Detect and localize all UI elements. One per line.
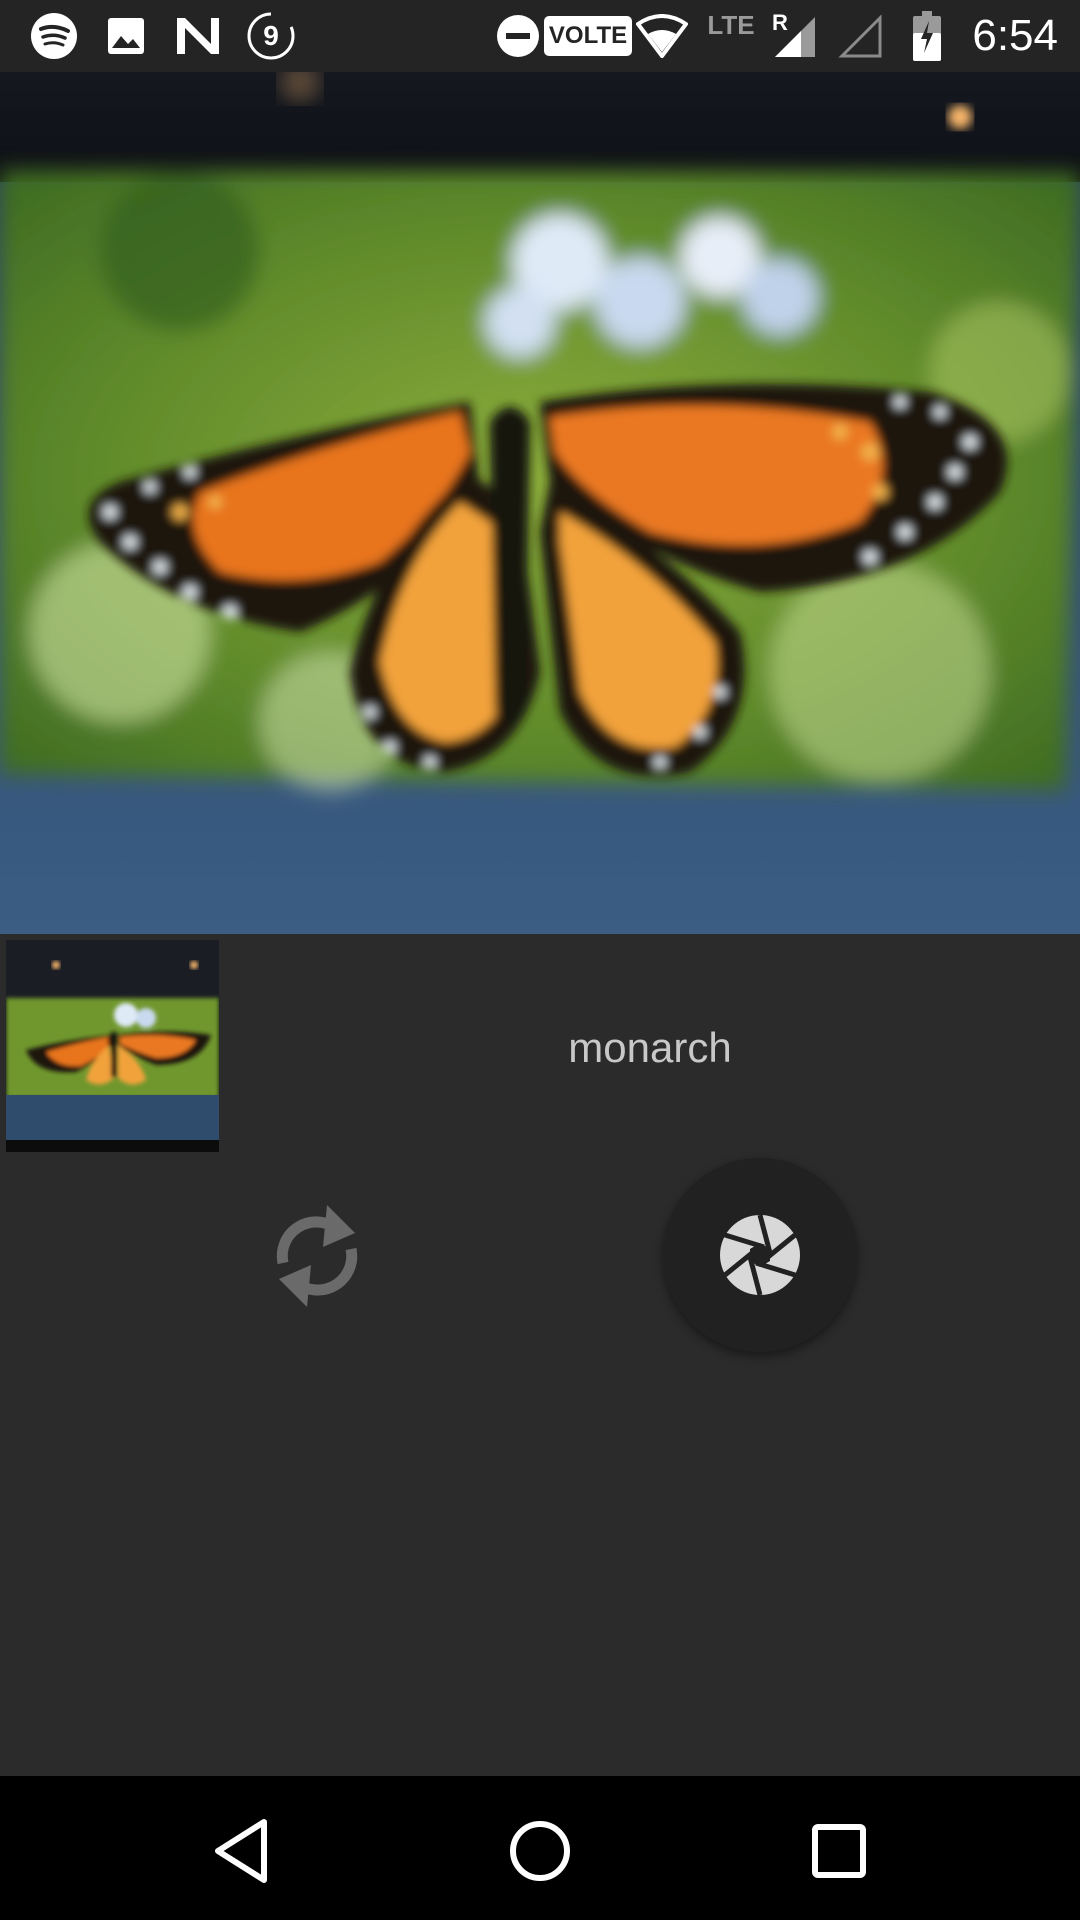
volte-icon: VOLTE	[543, 10, 633, 62]
camera-aperture-icon	[720, 1214, 800, 1296]
refresh-button[interactable]	[262, 1186, 372, 1326]
signal-icon: R	[770, 10, 818, 62]
home-button[interactable]	[495, 1806, 585, 1896]
navigation-bar	[0, 1776, 1080, 1920]
spotify-icon	[28, 10, 80, 62]
wifi-icon	[636, 10, 688, 62]
recents-button[interactable]	[794, 1806, 884, 1896]
n-icon	[174, 10, 222, 62]
back-icon	[215, 1819, 267, 1883]
camera-preview[interactable]	[0, 72, 1080, 934]
signal-empty-icon	[836, 10, 884, 62]
roaming-label: R	[772, 10, 788, 35]
badge-9-icon: 9	[245, 10, 297, 62]
home-icon	[510, 1821, 570, 1881]
classification-label: monarch	[568, 1024, 732, 1071]
recents-icon	[812, 1824, 866, 1878]
status-bar: 9 VOLTE LTE R 6:54	[0, 0, 1080, 72]
dnd-icon	[494, 10, 542, 62]
image-icon	[104, 10, 148, 62]
back-button[interactable]	[197, 1806, 287, 1896]
notification-badge-text: 9	[263, 20, 279, 51]
last-capture-thumbnail[interactable]	[6, 940, 219, 1152]
volte-label: VOLTE	[548, 22, 628, 49]
shutter-button[interactable]	[663, 1158, 857, 1352]
battery-charging-icon	[910, 10, 944, 62]
lte-label: LTE	[707, 10, 755, 40]
refresh-icon	[276, 1205, 358, 1307]
status-time: 6:54	[972, 11, 1058, 60]
lte-icon: LTE	[706, 10, 756, 62]
